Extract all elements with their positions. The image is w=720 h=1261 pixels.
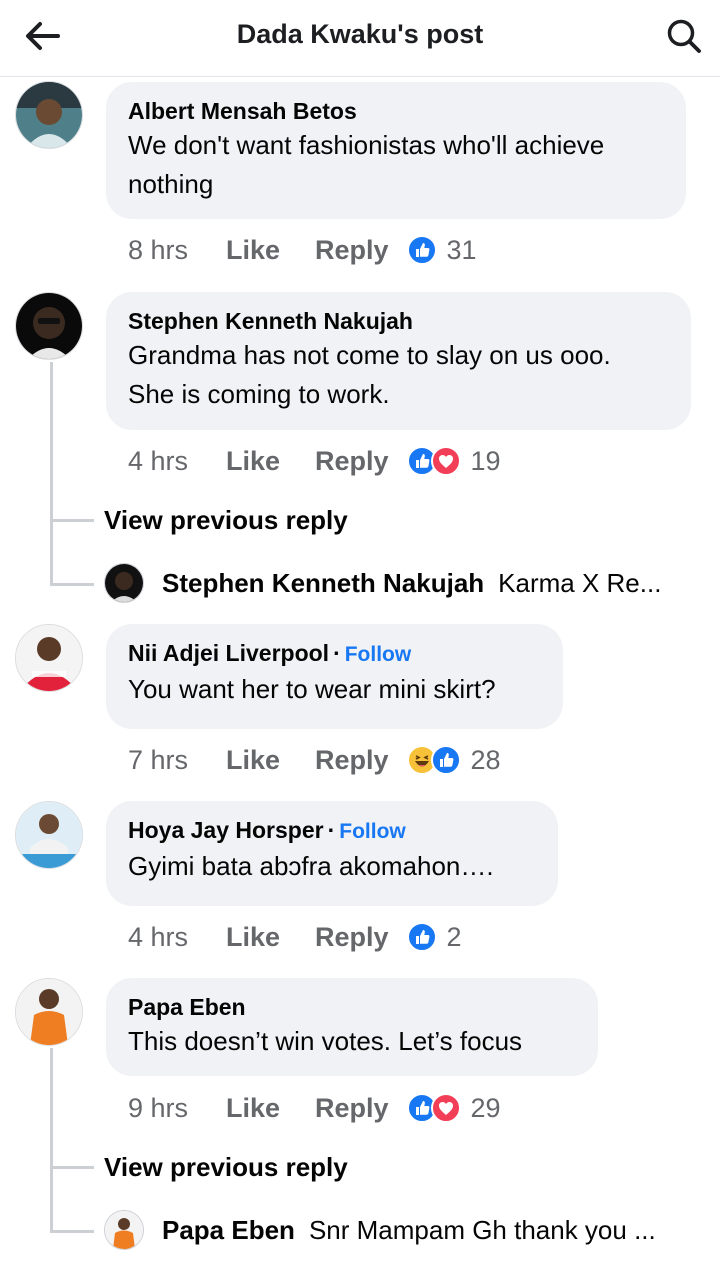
follow-button[interactable]: Follow [339,820,406,843]
comment-bubble[interactable]: Stephen Kenneth Nakujah Grandma has not … [106,292,691,430]
avatar[interactable] [15,801,83,869]
like-button[interactable]: Like [226,922,315,953]
comment-time: 8 hrs [128,234,189,265]
avatar[interactable] [104,563,144,603]
comment-author[interactable]: Hoya Jay Horsper [128,817,324,843]
reactions[interactable] [406,745,461,775]
reactions[interactable] [406,1093,461,1123]
thread-connector [50,583,94,586]
comment-text-line: You want her to wear mini skirt? [128,674,496,704]
comment-time: 4 hrs [128,921,189,952]
top-bar: Dada Kwaku's post [0,0,720,77]
like-button[interactable]: Like [226,446,315,477]
search-icon[interactable] [664,16,704,56]
love-reaction-icon [430,446,461,476]
reactions[interactable] [406,922,437,952]
comment-author[interactable]: Papa Eben [128,992,574,1022]
reply-button[interactable]: Reply [315,235,389,266]
thread-line [50,362,53,586]
comment-text-line: Gyimi bata abɔfra akomahon…. [128,851,494,881]
reaction-count[interactable]: 29 [471,1093,501,1124]
follow-button[interactable]: Follow [345,643,412,666]
comment-time: 4 hrs [128,445,189,476]
comment-bubble[interactable]: Hoya Jay Horsper · Follow Gyimi bata abɔfr… [106,801,558,906]
view-previous-reply[interactable]: View previous reply [104,1152,348,1183]
reaction-count[interactable]: 31 [447,235,477,266]
like-reaction-icon [430,745,461,775]
comment-actions: 4 hrs Like Reply 19 [128,441,501,481]
reaction-count[interactable]: 19 [471,446,501,477]
reaction-count[interactable]: 28 [471,745,501,776]
comment-author[interactable]: Nii Adjei Liverpool [128,640,329,666]
reply-button[interactable]: Reply [315,1093,389,1124]
reply-preview[interactable]: Papa Eben Snr Mampam Gh thank you ... [104,1209,656,1251]
comment-actions: 4 hrs Like Reply 2 [128,917,462,957]
reply-author[interactable]: Papa Eben [162,1215,295,1246]
page-title: Dada Kwaku's post [236,19,484,49]
comment-author-row: Nii Adjei Liverpool · Follow [128,640,412,666]
reply-button[interactable]: Reply [315,446,389,477]
thread-line [50,1048,53,1232]
thread-connector [50,1230,94,1233]
comment-bubble[interactable]: Papa Eben This doesn’t win votes. Let’s … [106,978,598,1076]
thread-connector [50,519,94,522]
comment-actions: 9 hrs Like Reply 29 [128,1088,501,1128]
thread-connector [50,1166,94,1169]
reply-preview[interactable]: Stephen Kenneth Nakujah Karma X Re... [104,562,661,604]
like-reaction-icon [406,235,437,265]
comment-text-line: We don't want fashionistas who'll achiev… [128,130,605,160]
comment-author[interactable]: Albert Mensah Betos [128,96,662,126]
reactions[interactable] [406,446,461,476]
comment-text-line: nothing [128,169,214,199]
comment-actions: 8 hrs Like Reply 31 [128,230,477,270]
reply-button[interactable]: Reply [315,745,389,776]
like-button[interactable]: Like [226,235,315,266]
comment-time: 9 hrs [128,1092,189,1123]
like-button[interactable]: Like [226,1093,315,1124]
view-previous-reply[interactable]: View previous reply [104,505,348,536]
like-reaction-icon [406,922,437,952]
comment-author[interactable]: Stephen Kenneth Nakujah [128,306,667,336]
comment-author-row: Hoya Jay Horsper · Follow [128,817,406,843]
reaction-count[interactable]: 2 [447,922,462,953]
comment-text-line: This doesn’t win votes. Let’s focus [128,1026,523,1056]
avatar[interactable] [15,978,83,1046]
reply-button[interactable]: Reply [315,922,389,953]
like-button[interactable]: Like [226,745,315,776]
comment-bubble[interactable]: Nii Adjei Liverpool · Follow You want her … [106,624,563,729]
avatar[interactable] [15,624,83,692]
reply-text: Snr Mampam Gh thank you ... [308,1214,656,1245]
comment-actions: 7 hrs Like Reply 28 [128,740,501,780]
comment-text-line: She is coming to work. [128,379,390,409]
reactions[interactable] [406,235,437,265]
comment-bubble[interactable]: Albert Mensah Betos We don't want fashio… [106,82,686,219]
comment-text-line: Grandma has not come to slay on us ooo. [128,340,611,370]
reply-text: Karma X Re... [498,567,662,598]
reply-author[interactable]: Stephen Kenneth Nakujah [162,568,484,599]
comment-time: 7 hrs [128,744,189,775]
avatar[interactable] [104,1210,144,1250]
love-reaction-icon [430,1093,461,1123]
avatar[interactable] [15,81,83,149]
avatar[interactable] [15,292,83,360]
